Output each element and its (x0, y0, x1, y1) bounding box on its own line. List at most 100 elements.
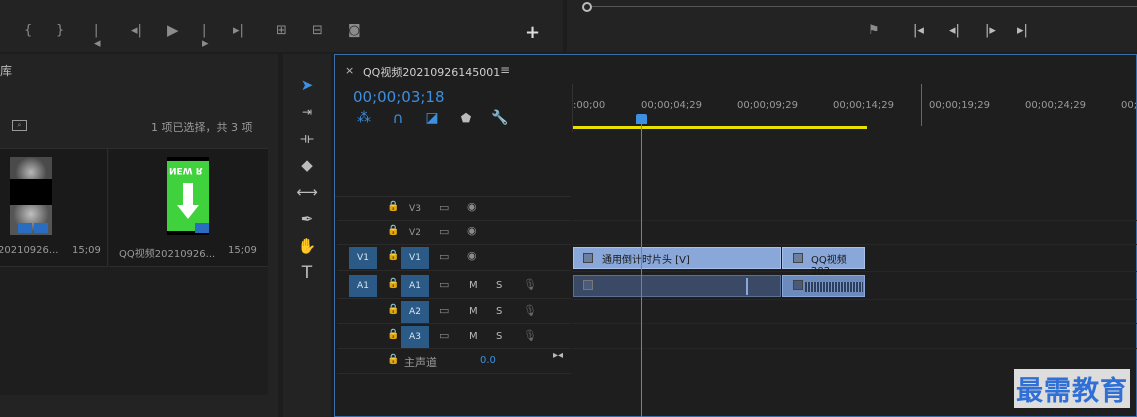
add-marker-icon[interactable]: ⬟ (456, 108, 476, 128)
watermark: 最需教育 (1014, 369, 1130, 408)
source-patch-a1[interactable]: A1 (349, 275, 377, 297)
lane-v2[interactable] (572, 221, 1137, 245)
track-row-a1: A1 🔒 A1 ▭ M S 🎙 (337, 273, 571, 299)
program-scrub-track[interactable] (592, 6, 1137, 7)
new-bin-icon[interactable]: ⌕ (12, 120, 27, 131)
go-to-out-icon[interactable]: ▸| (1017, 24, 1028, 37)
audio-video-badge-icon (18, 223, 32, 233)
lock-icon[interactable]: 🔒 (387, 226, 399, 236)
sync-lock-icon[interactable]: ▭ (439, 330, 449, 341)
razor-tool-icon[interactable]: ◆ (296, 154, 318, 176)
lane-a2[interactable] (572, 300, 1137, 324)
fx-badge-icon (583, 280, 593, 290)
panel-menu-icon[interactable]: ≡ (500, 63, 510, 77)
thumbnail-text: NEW R (169, 165, 203, 175)
sync-lock-icon[interactable]: ▭ (439, 279, 449, 290)
work-area-bar[interactable] (573, 126, 867, 129)
step-back-icon[interactable]: ◂| (949, 24, 960, 37)
lock-icon[interactable]: 🔒 (387, 279, 399, 289)
time-ruler[interactable]: :00;00 00;00;04;29 00;00;09;29 00;00;14;… (572, 84, 1137, 132)
go-to-end-icon[interactable]: ▸◂ (553, 351, 563, 361)
audio-clip[interactable] (782, 275, 865, 297)
master-volume-value[interactable]: 0.0 (480, 355, 496, 366)
eye-icon[interactable]: ◉ (467, 250, 477, 261)
go-to-in-icon[interactable]: |◂ (94, 24, 101, 50)
insert-icon[interactable]: ⊞ (276, 24, 287, 37)
video-clip[interactable]: 通用倒计时片头 [V] (573, 247, 781, 269)
settings-wrench-icon[interactable]: 🔧 (490, 108, 510, 128)
mute-button[interactable]: M (469, 280, 478, 291)
sync-lock-icon[interactable]: ▭ (439, 305, 449, 316)
overwrite-icon[interactable]: ⊟ (312, 24, 323, 37)
ruler-label: 00;00;04;29 (641, 100, 703, 111)
play-icon[interactable]: ▶ (167, 23, 179, 38)
step-forward-icon[interactable]: |▸ (202, 24, 209, 50)
type-tool-icon[interactable]: T (296, 262, 318, 284)
playhead-handle[interactable] (636, 114, 647, 124)
playhead-scrubber[interactable] (582, 2, 592, 12)
track-row-master: 🔒 主声道 0.0 ▸◂ (337, 350, 571, 374)
media-item-duration: 15;09 (228, 245, 257, 256)
step-back-icon[interactable]: ◂| (131, 24, 142, 37)
lock-icon[interactable]: 🔒 (387, 305, 399, 315)
sync-lock-icon[interactable]: ▭ (439, 202, 449, 213)
mute-button[interactable]: M (469, 306, 478, 317)
eye-icon[interactable]: ◉ (467, 225, 477, 236)
project-grid: 20210926... 15;09 NEW R QQ视频20210926... … (0, 148, 268, 395)
ruler-label: 00;00;24;29 (1025, 100, 1087, 111)
go-to-in-icon[interactable]: |◂ (913, 24, 924, 37)
track-target-a1[interactable]: A1 (401, 275, 429, 297)
linked-selection-icon[interactable]: ◪ (422, 108, 442, 128)
sync-lock-icon[interactable]: ▭ (439, 251, 449, 262)
track-target-v2[interactable]: V2 (401, 222, 429, 244)
slip-tool-icon[interactable]: ⟷ (296, 181, 318, 203)
ruler-label: 00;00;14;29 (833, 100, 895, 111)
track-select-tool-icon[interactable]: ⇥ (296, 101, 318, 123)
lane-a3[interactable] (572, 325, 1137, 349)
microphone-icon[interactable]: 🎙 (523, 305, 537, 316)
snap-icon[interactable]: ∩ (388, 108, 408, 128)
add-marker-icon[interactable]: ⚑ (868, 24, 880, 37)
playhead-line[interactable] (641, 124, 642, 417)
hand-tool-icon[interactable]: ✋ (296, 235, 318, 257)
master-track-label: 主声道 (404, 356, 437, 369)
video-clip[interactable]: QQ视频202 (782, 247, 865, 277)
microphone-icon[interactable]: 🎙 (523, 330, 537, 341)
solo-button[interactable]: S (496, 280, 502, 291)
clip-edit-point (746, 278, 748, 295)
track-target-a2[interactable]: A2 (401, 301, 429, 323)
track-target-v3[interactable]: V3 (401, 198, 429, 220)
lock-icon[interactable]: 🔒 (387, 330, 399, 340)
step-forward-icon[interactable]: |▸ (985, 24, 996, 37)
pen-tool-icon[interactable]: ✒ (296, 208, 318, 230)
track-target-v1[interactable]: V1 (401, 247, 429, 269)
ruler-label: 00;00;09;29 (737, 100, 799, 111)
media-item[interactable]: 20210926... 15;09 (0, 149, 108, 267)
mark-out-icon[interactable]: } (56, 24, 64, 37)
media-item[interactable]: NEW R QQ视频20210926... 15;09 (109, 149, 268, 267)
add-button-icon[interactable]: + (525, 22, 540, 43)
nest-toggle-icon[interactable]: ⁂ (354, 108, 374, 128)
sync-lock-icon[interactable]: ▭ (439, 226, 449, 237)
ripple-edit-tool-icon[interactable]: ⟛ (296, 127, 318, 149)
audio-clip[interactable] (573, 275, 781, 297)
eye-icon[interactable]: ◉ (467, 201, 477, 212)
source-patch-v1[interactable]: V1 (349, 247, 377, 269)
mark-in-icon[interactable]: { (24, 24, 32, 37)
lane-v3[interactable] (572, 197, 1137, 221)
track-target-a3[interactable]: A3 (401, 326, 429, 348)
sequence-tab[interactable]: QQ视频20210926145001 (363, 64, 500, 80)
solo-button[interactable]: S (496, 331, 502, 342)
lock-icon[interactable]: 🔒 (387, 251, 399, 261)
lock-icon[interactable]: 🔒 (387, 202, 399, 212)
selection-tool-icon[interactable]: ➤ (296, 74, 318, 96)
timecode-display[interactable]: 00;00;03;18 (353, 88, 445, 106)
fx-badge-icon (793, 280, 803, 290)
export-frame-icon[interactable]: ◙ (348, 24, 361, 37)
microphone-icon[interactable]: 🎙 (523, 279, 537, 290)
go-to-out-icon[interactable]: ▸| (233, 24, 244, 37)
lock-icon[interactable]: 🔒 (387, 355, 399, 365)
close-tab-icon[interactable]: × (345, 64, 354, 77)
solo-button[interactable]: S (496, 306, 502, 317)
mute-button[interactable]: M (469, 331, 478, 342)
